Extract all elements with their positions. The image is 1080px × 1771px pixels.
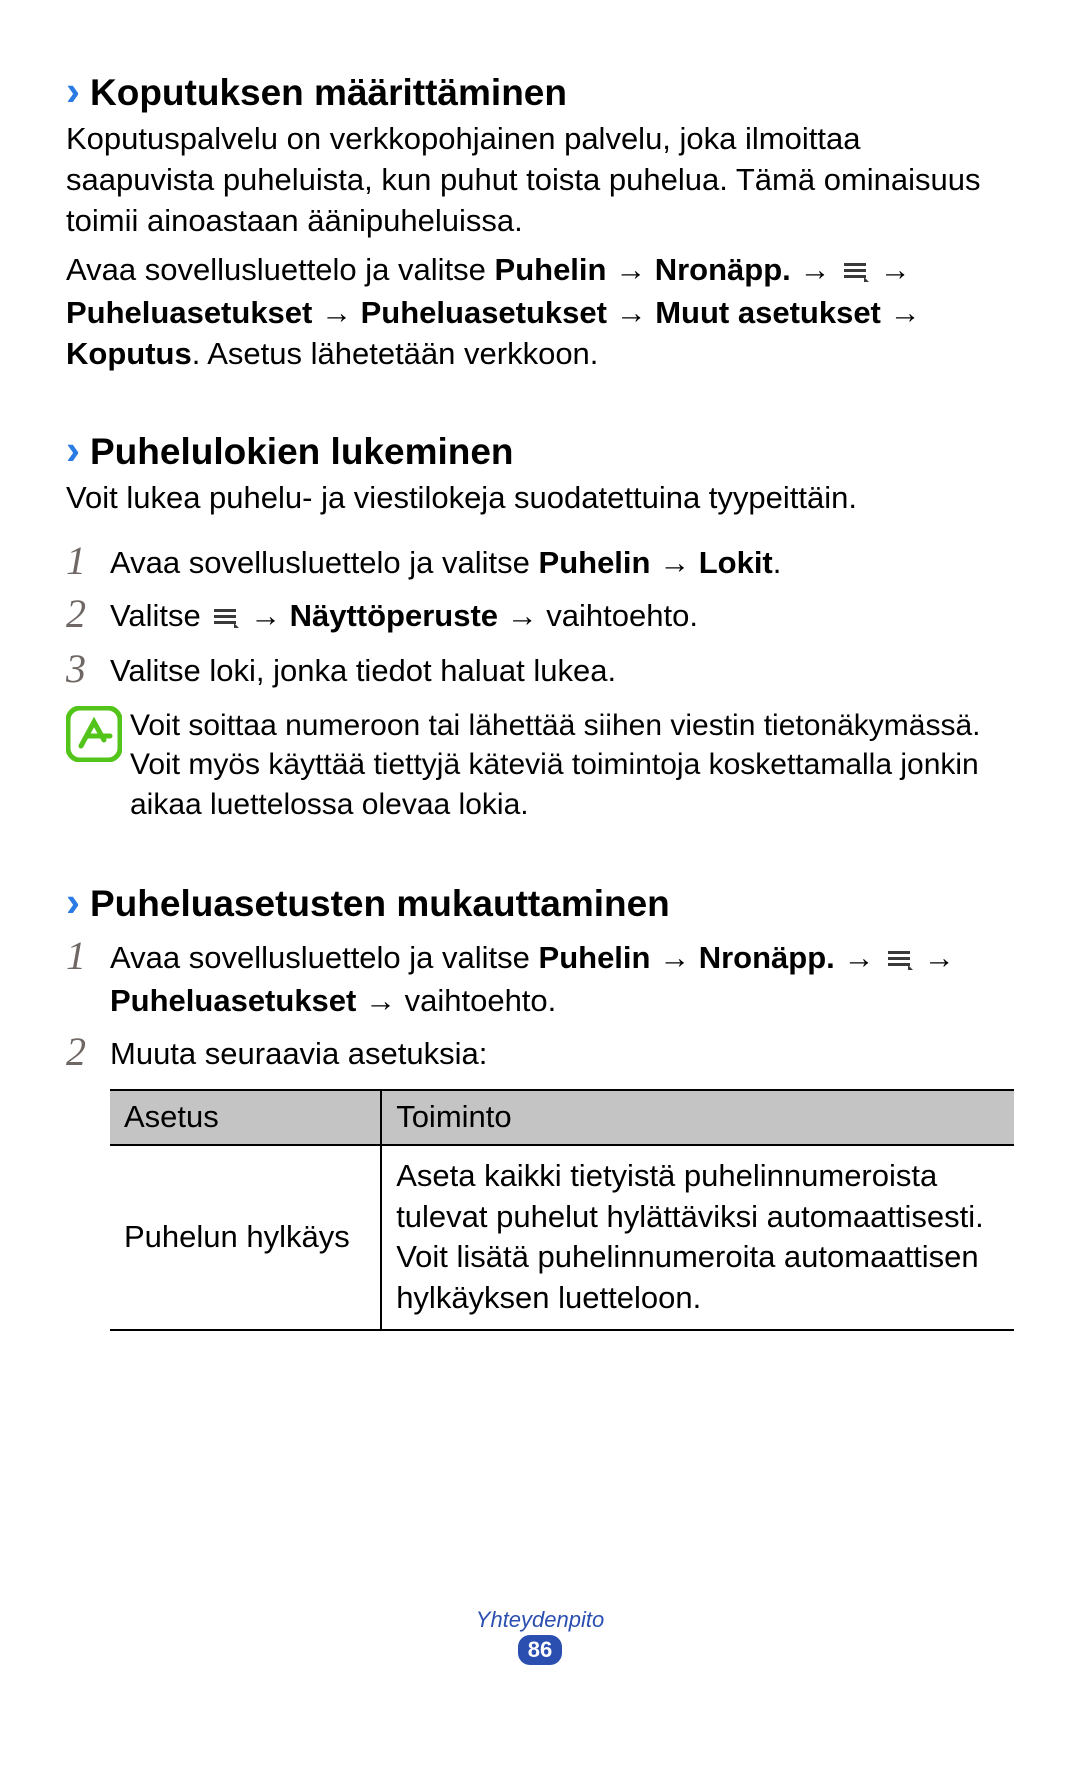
page-number: 86	[518, 1635, 562, 1665]
table-row: Puhelun hylkäys Aseta kaikki tietyistä p…	[110, 1145, 1014, 1331]
numbered-list: 1 Avaa sovellusluettelo ja valitse Puhel…	[66, 938, 1014, 1331]
table-header: Toiminto	[381, 1090, 1014, 1145]
settings-table: Asetus Toiminto Puhelun hylkäys Aseta ka…	[110, 1089, 1014, 1332]
list-item: 1 Avaa sovellusluettelo ja valitse Puhel…	[66, 938, 1014, 1022]
document-page: › Koputuksen määrittäminen Koputuspalvel…	[0, 0, 1080, 1331]
chevron-right-icon: ›	[66, 881, 80, 923]
table-header: Asetus	[110, 1090, 381, 1145]
step-text: Avaa sovellusluettelo ja valitse Puhelin…	[110, 938, 1014, 1022]
table-cell: Aseta kaikki tietyistä puhelinnumeroista…	[381, 1145, 1014, 1331]
section-heading-call-logs: › Puhelulokien lukeminen	[66, 429, 1014, 474]
note-icon	[66, 706, 122, 762]
page-footer: Yhteydenpito 86	[0, 1607, 1080, 1665]
menu-icon	[211, 598, 239, 639]
step-text: Valitse → Näyttöperuste → vaihtoehto.	[110, 596, 1014, 639]
note-text: Voit soittaa numeroon tai lähettää siihe…	[130, 706, 1014, 825]
step-number: 3	[66, 649, 110, 689]
step-number: 1	[66, 936, 110, 976]
table-header-row: Asetus Toiminto	[110, 1090, 1014, 1145]
list-item: 3 Valitse loki, jonka tiedot haluat luke…	[66, 651, 1014, 692]
heading-text: Puhelulokien lukeminen	[90, 430, 514, 474]
footer-section-label: Yhteydenpito	[0, 1607, 1080, 1633]
list-item: 2 Muuta seuraavia asetuksia: Asetus Toim…	[66, 1034, 1014, 1331]
section-heading-call-settings: › Puheluasetusten mukauttaminen	[66, 881, 1014, 926]
paragraph: Koputuspalvelu on verkkopohjainen palvel…	[66, 119, 1014, 242]
menu-icon	[885, 940, 913, 981]
table-cell: Puhelun hylkäys	[110, 1145, 381, 1331]
chevron-right-icon: ›	[66, 70, 80, 112]
list-item: 1 Avaa sovellusluettelo ja valitse Puhel…	[66, 543, 1014, 584]
paragraph: Voit lukea puhelu- ja viestilokeja suoda…	[66, 478, 1014, 519]
section-heading-call-waiting: › Koputuksen määrittäminen	[66, 70, 1014, 115]
step-number: 2	[66, 594, 110, 634]
menu-icon	[841, 252, 869, 293]
step-text: Muuta seuraavia asetuksia: Asetus Toimin…	[110, 1034, 1014, 1331]
step-text: Valitse loki, jonka tiedot haluat lukea.	[110, 651, 1014, 692]
list-item: 2 Valitse → Näyttöperuste → vaihtoehto.	[66, 596, 1014, 639]
instruction-path: Avaa sovellusluettelo ja valitse Puhelin…	[66, 250, 1014, 375]
heading-text: Puheluasetusten mukauttaminen	[90, 882, 670, 926]
chevron-right-icon: ›	[66, 429, 80, 471]
step-number: 1	[66, 541, 110, 581]
step-number: 2	[66, 1032, 110, 1072]
numbered-list: 1 Avaa sovellusluettelo ja valitse Puhel…	[66, 543, 1014, 692]
heading-text: Koputuksen määrittäminen	[90, 71, 567, 115]
step-text: Avaa sovellusluettelo ja valitse Puhelin…	[110, 543, 1014, 584]
note-block: Voit soittaa numeroon tai lähettää siihe…	[66, 706, 1014, 825]
